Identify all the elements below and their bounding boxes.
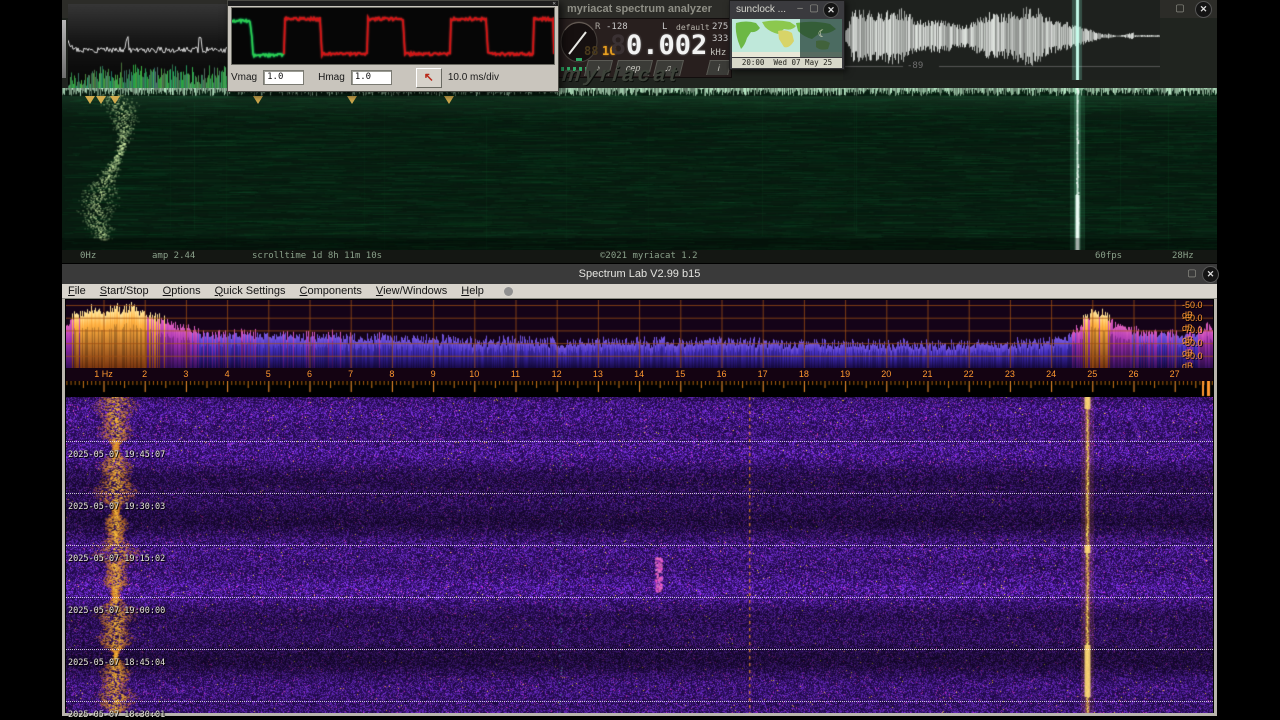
freq-tick-label: 10	[469, 369, 480, 379]
freq-tick-label: 13	[592, 369, 603, 379]
freq-tick-label: 8	[389, 369, 395, 379]
freq-tick-label: 26	[1128, 369, 1139, 379]
freq-tick-label: 23	[1004, 369, 1015, 379]
freq-tick-label: 12	[551, 369, 562, 379]
sunclock-datetime: 20:00 Wed 07 May 25	[732, 58, 842, 68]
menu-items: File Start/Stop Options Quick Settings Compo…	[68, 285, 484, 298]
freq-tick-label: 27	[1169, 369, 1180, 379]
close-icon[interactable]: ✕	[552, 1, 556, 7]
freq-tick-label: 9	[430, 369, 436, 379]
sunclock-window-title: sunclock ...	[736, 4, 787, 15]
freq-tick-label: 25	[1087, 369, 1098, 379]
status-freq-left: 0Hz	[80, 251, 97, 261]
frequency-axis: 1 Hz 2 3 4 5 6 7 8 9 10 11 12 13 14 15 16 17 18 19 20 21 22 23…	[66, 368, 1213, 381]
frequency-display-value: 0.002	[626, 30, 708, 61]
num-top: 275	[712, 22, 729, 32]
timebase-label: 10.0 ms/div	[447, 72, 499, 83]
freq-tick-label: 22	[963, 369, 974, 379]
frequency-display-ghost: 8	[610, 30, 627, 61]
vmag-label: Vmag	[231, 72, 258, 83]
world-map-day-night: ☾	[732, 19, 842, 57]
hmag-input[interactable]: 1.0	[350, 70, 392, 85]
spectrumlab-window: Spectrum Lab V2.99 b15 ▢ ✕ File Start/Sto…	[62, 264, 1219, 720]
freq-tick-label: 7	[348, 369, 354, 379]
freq-tick-label: 5	[265, 369, 271, 379]
freq-tick-label: 14	[634, 369, 645, 379]
menu-help[interactable]: Help	[461, 285, 484, 298]
freq-tick-label: 21	[922, 369, 933, 379]
freq-tick-label: 16	[716, 369, 727, 379]
freq-unit-label: kHz	[710, 48, 727, 58]
waveform-axis-label: -89	[907, 61, 924, 71]
menu-file[interactable]: File	[68, 285, 86, 298]
freq-tick-label: 2	[142, 369, 148, 379]
status-amp: amp 2.44	[152, 251, 196, 261]
freq-tick-label: 4	[224, 369, 230, 379]
record-indicator-icon	[503, 286, 513, 296]
scope-screen	[231, 7, 555, 65]
moon-icon: ☾	[818, 29, 824, 40]
tab-info[interactable]: i	[706, 60, 732, 75]
cursor-icon: ↖	[423, 69, 434, 84]
freq-tick-label: 18	[798, 369, 809, 379]
freq-tick-label: 3	[183, 369, 189, 379]
freq-tick-label: 11	[510, 369, 521, 379]
spectrumlab-content: -50.0 dB -60.0 dB -70.0 dB -80.0 dB -90.0 dB…	[62, 299, 1217, 720]
freq-tick-label: 1 Hz	[94, 369, 113, 379]
menu-quick-settings[interactable]: Quick Settings	[215, 285, 286, 298]
vmag-input[interactable]: 1.0	[263, 70, 305, 85]
spectrumlab-window-title: Spectrum Lab V2.99 b15	[578, 268, 701, 280]
gauge-r-label: R	[595, 22, 601, 32]
freq-tick-label: 15	[675, 369, 686, 379]
menu-components[interactable]: Components	[300, 285, 362, 298]
freq-tick-label: 17	[757, 369, 768, 379]
segment-display-ghost: 88	[584, 44, 599, 58]
menu-start-stop[interactable]: Start/Stop	[100, 285, 149, 298]
spectrumlab-menubar: File Start/Stop Options Quick Settings Compo…	[62, 284, 1217, 299]
freq-tick-label: 6	[306, 369, 313, 379]
status-copyright: ©2021 myriacat 1.2	[600, 251, 698, 261]
freq-tick-label: 19	[840, 369, 851, 379]
green-waterfall-display[interactable]	[62, 88, 1217, 250]
num-mid: 333	[712, 34, 729, 44]
close-icon[interactable]: ✕	[823, 2, 839, 18]
maximize-icon[interactable]: ▢	[1184, 267, 1200, 281]
status-fps: 60fps	[1095, 251, 1123, 261]
freq-tick-label: 20	[881, 369, 892, 379]
close-icon[interactable]: ✕	[1202, 266, 1219, 283]
maximize-icon[interactable]: ▢	[1172, 2, 1188, 16]
sunclock-window: sunclock ... – ▢ ✕ ☾ 20:00 Wed 07 May 25	[729, 0, 845, 70]
frequency-ruler[interactable]	[66, 381, 1213, 397]
audio-waveform-display[interactable]	[843, 0, 1160, 80]
oscilloscope-popup: ✕ Vmag 1.0 Hmag 1.0 ↖ 10.0 ms/div	[227, 0, 559, 92]
menu-view-windows[interactable]: View/Windows	[376, 285, 447, 298]
maximize-icon[interactable]: ▢	[806, 2, 822, 16]
desktop: myriacat spectrum analyzer – ▢ ✕ R -128 …	[0, 0, 1280, 720]
waterfall-display[interactable]	[66, 397, 1213, 713]
scope-controls: Vmag 1.0 Hmag 1.0 ↖ 10.0 ms/div	[231, 67, 555, 88]
hmag-label: Hmag	[318, 72, 345, 83]
myriacat-logo: myriacat	[560, 63, 682, 86]
amplitude-slider[interactable]	[62, 20, 66, 78]
spectrum-graph[interactable]	[66, 300, 1213, 368]
freq-tick-label: 24	[1046, 369, 1057, 379]
status-rate: 28Hz	[1172, 251, 1194, 261]
status-scrolltime: scrolltime 1d 8h 11m 10s	[252, 251, 383, 261]
scope-titlebar[interactable]: ✕	[228, 1, 558, 7]
close-icon[interactable]: ✕	[1195, 1, 1212, 18]
cursor-tool-button[interactable]: ↖	[415, 67, 442, 88]
myriacat-statusbar: 0Hz amp 2.44 scrolltime 1d 8h 11m 10s ©2…	[62, 250, 1217, 263]
menu-options[interactable]: Options	[163, 285, 201, 298]
